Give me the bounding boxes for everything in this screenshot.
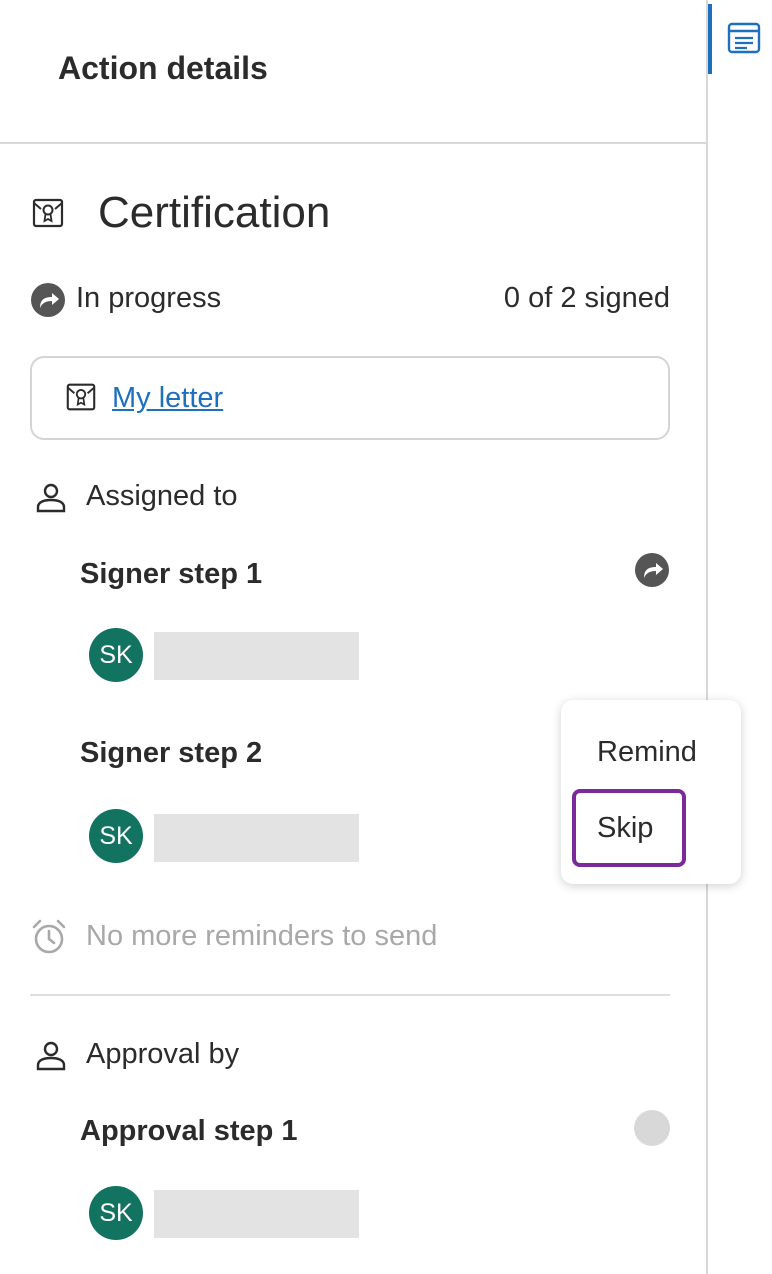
skip-menu-item[interactable]: Skip	[597, 812, 653, 845]
approval-by-label: Approval by	[86, 1038, 240, 1070]
approver-name-redacted	[154, 1190, 359, 1238]
person-icon	[36, 1041, 66, 1071]
avatar: SK	[89, 809, 143, 863]
assigned-to-label: Assigned to	[86, 480, 238, 512]
in-progress-icon	[635, 553, 669, 587]
certificate-icon	[32, 198, 64, 228]
document-link[interactable]: My letter	[112, 382, 223, 415]
signer-step-1-title: Signer step 1	[80, 558, 263, 590]
rail-active-indicator	[708, 4, 712, 74]
in-progress-icon	[31, 283, 65, 317]
remind-menu-item[interactable]: Remind	[597, 736, 697, 769]
approval-step-1-title: Approval step 1	[80, 1115, 298, 1147]
signer-name-redacted	[154, 814, 359, 862]
avatar: SK	[89, 628, 143, 682]
signer-name-redacted	[154, 632, 359, 680]
signer-step-2-title: Signer step 2	[80, 737, 263, 769]
details-panel-icon[interactable]	[726, 20, 762, 56]
status-text: In progress	[76, 282, 222, 314]
step-actions-menu: Remind Skip	[561, 700, 741, 884]
section-divider	[30, 994, 670, 996]
panel-header: Action details	[0, 0, 706, 144]
document-card: My letter	[30, 356, 670, 440]
signed-count: 0 of 2 signed	[503, 282, 670, 314]
pending-status-icon	[634, 1110, 670, 1146]
page-title: Action details	[58, 50, 268, 86]
action-details-panel: Action details Certification In progress…	[0, 0, 706, 1274]
certificate-icon	[66, 383, 96, 411]
person-icon	[36, 483, 66, 513]
certification-title: Certification	[98, 188, 331, 237]
avatar: SK	[89, 1186, 143, 1240]
reminder-status-text: No more reminders to send	[86, 920, 438, 952]
alarm-clock-icon	[32, 919, 66, 954]
right-rail	[706, 0, 772, 1274]
